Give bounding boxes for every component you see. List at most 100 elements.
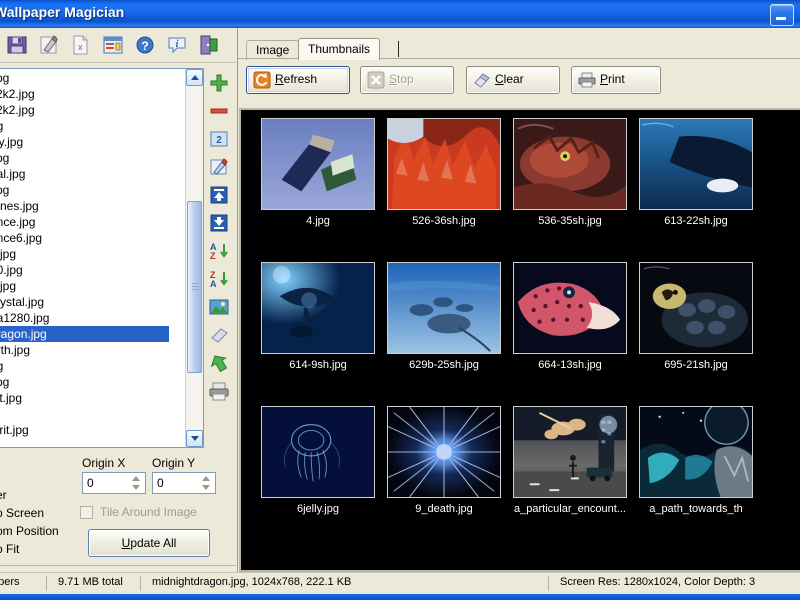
list-item[interactable]: .jpg (0, 150, 169, 166)
list-item[interactable]: crystal.jpg (0, 294, 169, 310)
thumbnail-item[interactable]: 613-22sh.jpg (633, 118, 759, 227)
position-option-3[interactable]: o Fit (0, 542, 19, 556)
thumbnail-grid[interactable]: 4.jpg526-36sh.jpg536-35sh.jpg613-22sh.jp… (239, 108, 800, 572)
thumbnail-label: 536-35sh.jpg (507, 215, 633, 227)
list-item[interactable]: eal.jpg (0, 166, 169, 182)
sort-desc-icon[interactable]: Z A (208, 268, 232, 292)
remove-icon[interactable] (208, 100, 232, 124)
origin-x-value: 0 (87, 476, 94, 490)
list-item[interactable]: isy.jpg (0, 134, 169, 150)
position-option-1[interactable]: o Screen (0, 506, 44, 520)
position-option-0[interactable]: er (0, 488, 7, 502)
list-item[interactable]: g (0, 406, 169, 422)
thumbnail-image[interactable] (387, 406, 501, 498)
exit-icon[interactable] (198, 34, 222, 56)
thumbnail-image[interactable] (513, 262, 627, 354)
list-item[interactable]: dragon.jpg (0, 326, 169, 342)
rename-icon[interactable] (208, 156, 232, 180)
thumbnail-item[interactable]: 664-13sh.jpg (507, 262, 633, 371)
refresh-button[interactable]: Refresh (246, 66, 350, 94)
list-item[interactable]: tones.jpg (0, 198, 169, 214)
thumbnail-item[interactable]: a_path_towards_th (633, 406, 759, 515)
properties-icon[interactable] (102, 34, 126, 56)
thumbnail-item[interactable]: 4.jpg (255, 118, 381, 227)
eraser-icon[interactable] (208, 324, 232, 348)
list-tools: 2 A Z (204, 68, 236, 458)
thumbnail-item[interactable]: a_particular_encount... (507, 406, 633, 515)
thumbnail-image[interactable] (261, 406, 375, 498)
list-item[interactable]: s2k2.jpg (0, 86, 169, 102)
list-item[interactable]: .jpg (0, 182, 169, 198)
minimize-button[interactable] (770, 4, 794, 26)
list-item[interactable]: og (0, 118, 169, 134)
checkbox-box[interactable] (80, 506, 93, 519)
thumbnail-image[interactable] (639, 118, 753, 210)
origin-x-stepper[interactable]: 0 (82, 472, 146, 494)
right-panel: Image Thumbnails Refresh (237, 28, 800, 572)
list-item[interactable]: arth.jpg (0, 342, 169, 358)
thumbnail-item[interactable]: 614-9sh.jpg (255, 262, 381, 371)
file-list[interactable]: .jpgs2k2.jpgs2k2.jpgogisy.jpg.jpgeal.jpg… (0, 68, 204, 448)
list-item[interactable]: s2k2.jpg (0, 102, 169, 118)
add-icon[interactable] (208, 72, 232, 96)
thumbnail-item[interactable]: 536-35sh.jpg (507, 118, 633, 227)
svg-text:Z: Z (210, 251, 216, 261)
save-icon[interactable] (6, 34, 30, 56)
update-all-button[interactable]: Update All (88, 529, 210, 557)
info-icon[interactable]: i (166, 34, 190, 56)
sort-asc-icon[interactable]: A Z (208, 240, 232, 264)
list-item[interactable]: .jpg (0, 70, 169, 86)
file-list-scrollbar[interactable] (185, 69, 203, 447)
list-item[interactable]: pirit.jpg (0, 422, 169, 438)
list-item[interactable]: ga1280.jpg (0, 310, 169, 326)
thumbnail-item[interactable]: 526-36sh.jpg (381, 118, 507, 227)
thumbnail-label: a_path_towards_th (633, 503, 759, 515)
list-item[interactable]: o.jpg (0, 246, 169, 262)
delete-file-icon[interactable]: x (70, 34, 94, 56)
list-item[interactable]: a.jpg (0, 278, 169, 294)
list-item[interactable]: ence.jpg (0, 214, 169, 230)
list-item[interactable]: ence6.jpg (0, 230, 169, 246)
thumbnail-item[interactable]: 6jelly.jpg (255, 406, 381, 515)
thumbnail-image[interactable] (639, 262, 753, 354)
origin-y-stepper[interactable]: 0 (152, 472, 216, 494)
thumbnail-item[interactable]: 629b-25sh.jpg (381, 262, 507, 371)
position-option-2[interactable]: om Position (0, 524, 59, 538)
print-button[interactable]: Print (571, 66, 661, 94)
thumbnail-image[interactable] (387, 118, 501, 210)
list-item[interactable]: .jpg (0, 374, 169, 390)
help-icon[interactable]: ? (134, 34, 158, 56)
thumbnail-image[interactable] (261, 262, 375, 354)
origin-x-spin-arrows[interactable] (129, 475, 143, 491)
undo-icon[interactable] (208, 352, 232, 376)
scroll-down-icon[interactable] (186, 430, 203, 447)
clear-button[interactable]: Clear (466, 66, 560, 94)
thumbnail-image[interactable] (261, 118, 375, 210)
stop-button[interactable]: Stop (360, 66, 454, 94)
thumbnail-item[interactable]: 9_death.jpg (381, 406, 507, 515)
tab-thumbnails[interactable]: Thumbnails (298, 38, 380, 60)
move-up-icon[interactable] (208, 184, 232, 208)
thumbnail-image[interactable] (387, 262, 501, 354)
thumbnail-label: a_particular_encount... (507, 503, 633, 515)
thumbnail-item[interactable]: 695-21sh.jpg (633, 262, 759, 371)
action-toolbar: Refresh Stop Clear (238, 66, 800, 104)
thumbnail-image[interactable] (513, 406, 627, 498)
thumbnail-image[interactable] (639, 406, 753, 498)
scroll-up-icon[interactable] (186, 69, 203, 86)
edit-icon[interactable] (38, 34, 62, 56)
taskbar-strip (0, 594, 800, 600)
origin-y-spin-arrows[interactable] (199, 475, 213, 491)
list-item[interactable]: int.jpg (0, 390, 169, 406)
tab-image[interactable]: Image (246, 40, 299, 60)
preview-image-icon[interactable] (208, 296, 232, 320)
thumbnail-image[interactable] (513, 118, 627, 210)
refresh-list-icon[interactable]: 2 (208, 128, 232, 152)
stop-label: Stop (389, 72, 414, 86)
move-down-icon[interactable] (208, 212, 232, 236)
print-list-icon[interactable] (208, 380, 232, 404)
scrollbar-thumb[interactable] (187, 201, 202, 373)
list-item[interactable]: 80.jpg (0, 262, 169, 278)
list-item[interactable]: pg (0, 358, 169, 374)
thumbnail-label: 6jelly.jpg (255, 503, 381, 515)
